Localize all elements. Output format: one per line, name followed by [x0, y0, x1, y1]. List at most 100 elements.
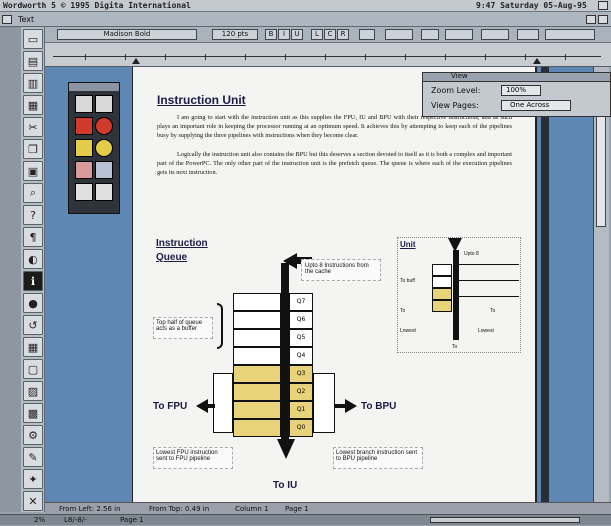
graphics-icon[interactable]: ◐: [23, 249, 43, 269]
font-size-selector[interactable]: 120 pts: [212, 29, 258, 40]
circle-tool-icon[interactable]: [95, 117, 113, 135]
cut-icon[interactable]: ✂: [23, 117, 43, 137]
grid-tool-icon[interactable]: [75, 183, 93, 201]
quit-icon[interactable]: ✕: [23, 491, 43, 511]
close-gadget-icon[interactable]: [2, 15, 12, 24]
print-icon[interactable]: ▦: [23, 95, 43, 115]
slot-label: Q7: [289, 293, 313, 311]
spell-check-icon[interactable]: ?: [23, 205, 43, 225]
ruler[interactable]: [45, 43, 611, 67]
label-to-iu: To IU: [273, 480, 298, 491]
depth-gadget-icon[interactable]: [598, 1, 608, 10]
bold-button[interactable]: B: [265, 29, 277, 40]
columns-button[interactable]: [445, 29, 473, 40]
format-ribbon: Madison Bold 120 pts B I U L C R: [45, 27, 611, 43]
thesaurus-icon[interactable]: ¶: [23, 227, 43, 247]
help-icon[interactable]: ✦: [23, 469, 43, 489]
left-margin-marker-icon[interactable]: [132, 58, 140, 64]
queue-spine: [281, 263, 289, 439]
bpu-bracket: [313, 373, 335, 433]
table-icon[interactable]: ▦: [23, 337, 43, 357]
zoom-gadget-icon[interactable]: [586, 15, 596, 24]
list-button[interactable]: [517, 29, 539, 40]
section-heading: Instruction Unit: [157, 93, 246, 107]
selected-frame[interactable]: Unit Upto 8 To buff To To Lowest Lowest …: [397, 237, 521, 353]
line-tool-icon[interactable]: [75, 161, 93, 179]
fill-tool-icon[interactable]: [75, 139, 93, 157]
callout-top: Upto 8 Instructions from the cache: [301, 259, 381, 281]
brace-icon: [217, 303, 223, 349]
label-to-bpu: To BPU: [361, 401, 397, 412]
zoom-level-label: Zoom Level:: [431, 86, 481, 95]
status-bar: From Left: 2.56 in From Top: 0.49 in Col…: [45, 502, 611, 514]
font-selector[interactable]: Madison Bold: [57, 29, 197, 40]
table-tool-icon[interactable]: [95, 183, 113, 201]
paste-icon[interactable]: ▣: [23, 161, 43, 181]
text-tool-icon[interactable]: [95, 161, 113, 179]
align-left-button[interactable]: L: [311, 29, 323, 40]
underline-button[interactable]: U: [291, 29, 303, 40]
ellipse-tool-icon[interactable]: [95, 139, 113, 157]
rectangle-tool-icon[interactable]: [75, 117, 93, 135]
bottom-percent: 2%: [34, 516, 46, 524]
copy-icon[interactable]: ❐: [23, 139, 43, 159]
mini-slot: [432, 264, 452, 276]
vertical-scrollbar[interactable]: [593, 67, 609, 502]
queue-slot: [233, 347, 281, 365]
macro-icon[interactable]: ⚙: [23, 425, 43, 445]
horizontal-scrollbar[interactable]: [430, 517, 580, 523]
align-right-button[interactable]: R: [337, 29, 349, 40]
new-document-icon[interactable]: ▭: [23, 29, 43, 49]
callout-bpu: Lowest branch instruction sent to BPU pi…: [333, 447, 423, 469]
undo-icon[interactable]: ↺: [23, 315, 43, 335]
slot-label: Q4: [289, 347, 313, 365]
depth-gadget-icon[interactable]: [598, 15, 608, 24]
document-page[interactable]: Instruction Unit I am going to start wit…: [132, 67, 537, 502]
open-document-icon[interactable]: ▤: [23, 51, 43, 71]
view-pages-select[interactable]: One Across: [501, 100, 571, 111]
select-tool-icon[interactable]: [95, 95, 113, 113]
align-center-button[interactable]: C: [324, 29, 336, 40]
queue-heading: Instruction Queue: [156, 238, 208, 263]
palette-title-bar[interactable]: [69, 83, 119, 91]
slot-label: Q6: [289, 311, 313, 329]
chart-icon[interactable]: ▩: [23, 403, 43, 423]
view-pages-label: View Pages:: [431, 101, 479, 110]
picture-icon[interactable]: ▨: [23, 381, 43, 401]
save-icon[interactable]: ▥: [23, 73, 43, 93]
scroll-thumb[interactable]: [596, 107, 606, 227]
fpu-bracket: [213, 373, 233, 433]
mini-slot: [432, 300, 452, 312]
callout-fpu: Lowest FPU instruction sent to FPU pipel…: [153, 447, 233, 469]
spacing-button[interactable]: [421, 29, 439, 40]
mini-label: To: [452, 344, 458, 350]
mini-label: Lowest: [400, 328, 416, 334]
info-icon[interactable]: ℹ: [23, 271, 43, 291]
style-icon[interactable]: ●: [23, 293, 43, 313]
pen-icon[interactable]: ✎: [23, 447, 43, 467]
tab-button[interactable]: [359, 29, 375, 40]
mini-label: Upto 8: [464, 251, 479, 257]
italic-button[interactable]: I: [278, 29, 290, 40]
arrow-down-icon: [277, 439, 295, 459]
indent-button[interactable]: [385, 29, 413, 40]
zoom-level-field[interactable]: 100%: [501, 85, 541, 96]
view-window[interactable]: View Zoom Level: 100% View Pages: One Ac…: [422, 72, 611, 117]
right-margin-marker-icon[interactable]: [533, 58, 541, 64]
mini-slot: [432, 288, 452, 300]
callout-buffer: Top half of queue acts as a buffer: [153, 317, 213, 339]
frame-icon[interactable]: ▢: [23, 359, 43, 379]
queue-slot: [233, 383, 281, 401]
borders-button[interactable]: [481, 29, 509, 40]
queue-slot: [233, 365, 281, 383]
arrow-shaft: [207, 404, 215, 408]
view-window-title: View: [451, 72, 468, 80]
mini-slot: [432, 276, 452, 288]
drawing-palette: [68, 82, 120, 214]
numbering-button[interactable]: [545, 29, 595, 40]
find-icon[interactable]: ⌕: [23, 183, 43, 203]
tool-strip: ▭ ▤ ▥ ▦ ✂ ❐ ▣ ⌕ ? ¶ ◐ ℹ ● ↺ ▦ ▢ ▨ ▩ ⚙ ✎ …: [21, 27, 45, 512]
view-window-title-bar[interactable]: View: [423, 72, 610, 82]
pointer-tool-icon[interactable]: [75, 95, 93, 113]
window-title-bar[interactable]: Text: [0, 12, 611, 27]
